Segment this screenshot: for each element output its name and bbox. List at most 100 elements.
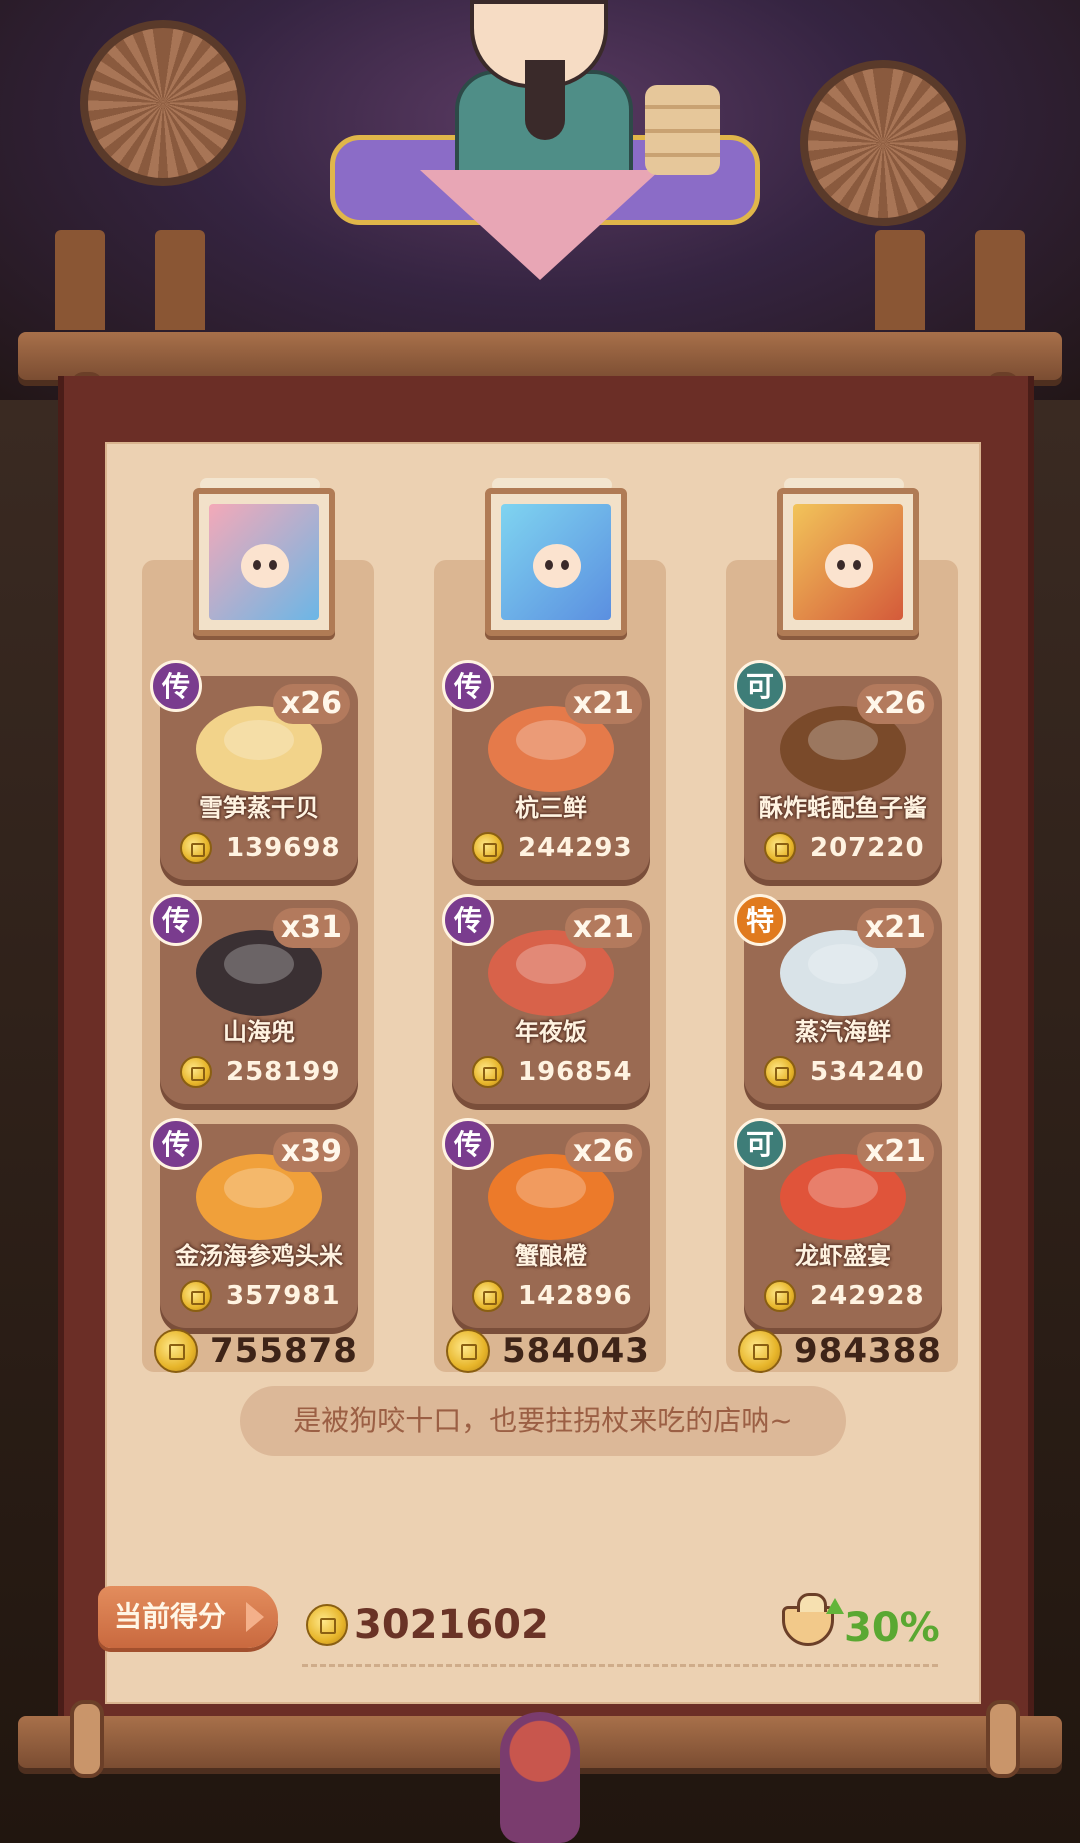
dish-price-value: 357981 [226,1281,341,1311]
rarity-badge: 可 [734,660,786,712]
current-score-label: 当前得分 [114,1600,227,1633]
stacked-bowls-icon [645,85,720,175]
rarity-badge: 传 [150,1118,202,1170]
dish-price: 142896 [466,1276,636,1316]
up-arrow-icon [826,1598,844,1614]
dish-price: 242928 [758,1276,928,1316]
column-total-value: 984388 [794,1331,942,1371]
divider [302,1664,938,1667]
dish-price-value: 207220 [810,833,925,863]
rarity-badge: 可 [734,1118,786,1170]
dish-name: 年夜饭 [515,1018,587,1046]
dish-name: 山海兜 [223,1018,295,1046]
play-arrow-icon [246,1602,264,1632]
dish-price: 196854 [466,1052,636,1092]
dish-name: 杭三鲜 [515,794,587,822]
dish-price-value: 258199 [226,1057,341,1087]
rarity-badge: 特 [734,894,786,946]
coin-icon [180,1280,212,1312]
dish-name: 雪笋蒸干贝 [199,794,319,822]
current-score-value: 3021602 [354,1602,549,1648]
fence-post [155,230,205,330]
rod-knob [986,1700,1020,1778]
rarity-badge: 传 [442,660,494,712]
dish-price: 258199 [174,1052,344,1092]
fence-post [875,230,925,330]
customer-avatar [501,504,611,620]
current-score-button[interactable]: 当前得分 [98,1586,278,1648]
customer-quote: 是被狗咬十口，也要拄拐杖来吃的店呐~ [240,1386,846,1456]
rarity-badge: 传 [442,894,494,946]
dish-count-badge: x39 [272,1132,350,1172]
avatar-eye [837,560,845,570]
dish-price-value: 142896 [518,1281,633,1311]
coin-icon [154,1329,198,1373]
scroll-top-rod [18,332,1062,380]
dish-price: 207220 [758,828,928,868]
dish-price-value: 196854 [518,1057,633,1087]
customer-portrait-2[interactable] [485,488,627,636]
avatar-face [825,544,873,588]
column-total-value: 755878 [210,1331,358,1371]
avatar-eye [253,560,261,570]
avatar-eye [561,560,569,570]
tablecloth-decoration [420,170,660,280]
fan-icon [800,60,966,226]
satiety-bonus-value: 30% [844,1605,940,1651]
coin-icon [180,1056,212,1088]
dish-count-badge: x21 [564,908,642,948]
dish-price: 534240 [758,1052,928,1092]
npc-customer-beard [525,60,565,140]
rarity-badge: 传 [442,1118,494,1170]
dish-price: 244293 [466,828,636,868]
rarity-badge: 传 [150,894,202,946]
rod-knob [70,1700,104,1778]
fence-post [975,230,1025,330]
dish-price-value: 244293 [518,833,633,863]
coin-icon [738,1329,782,1373]
coin-icon [764,1056,796,1088]
coin-icon [180,832,212,864]
dish-price: 357981 [174,1276,344,1316]
coin-icon [472,1280,504,1312]
avatar-face [241,544,289,588]
column-total: 755878 [146,1326,378,1376]
dish-price-value: 139698 [226,833,341,863]
dish-count-badge: x21 [856,908,934,948]
dish-price-value: 242928 [810,1281,925,1311]
coin-icon [446,1329,490,1373]
dish-count-badge: x21 [564,684,642,724]
coin-icon [306,1604,348,1646]
coin-icon [472,832,504,864]
rarity-badge: 传 [150,660,202,712]
dish-count-badge: x26 [856,684,934,724]
knot-tassel-decoration [500,1712,580,1843]
customer-portrait-3[interactable] [777,488,919,636]
coin-icon [472,1056,504,1088]
avatar-eye [545,560,553,570]
dish-name: 金汤海参鸡头米 [175,1242,343,1270]
avatar-eye [853,560,861,570]
coin-icon [764,832,796,864]
fan-icon [80,20,246,186]
dish-count-badge: x26 [272,684,350,724]
dish-price-value: 534240 [810,1057,925,1087]
coin-icon [764,1280,796,1312]
dish-name: 龙虾盛宴 [795,1242,891,1270]
dish-name: 酥炸蚝配鱼子酱 [759,794,927,822]
avatar-face [533,544,581,588]
column-total-value: 584043 [502,1331,650,1371]
customer-avatar [793,504,903,620]
dish-price: 139698 [174,828,344,868]
customer-portrait-1[interactable] [193,488,335,636]
dish-name: 蒸汽海鲜 [795,1018,891,1046]
column-total: 984388 [730,1326,962,1376]
dish-count-badge: x21 [856,1132,934,1172]
customer-avatar [209,504,319,620]
column-total: 584043 [438,1326,670,1376]
fence-post [55,230,105,330]
dish-count-badge: x31 [272,908,350,948]
dish-count-badge: x26 [564,1132,642,1172]
avatar-eye [269,560,277,570]
dish-name: 蟹酿橙 [515,1242,587,1270]
